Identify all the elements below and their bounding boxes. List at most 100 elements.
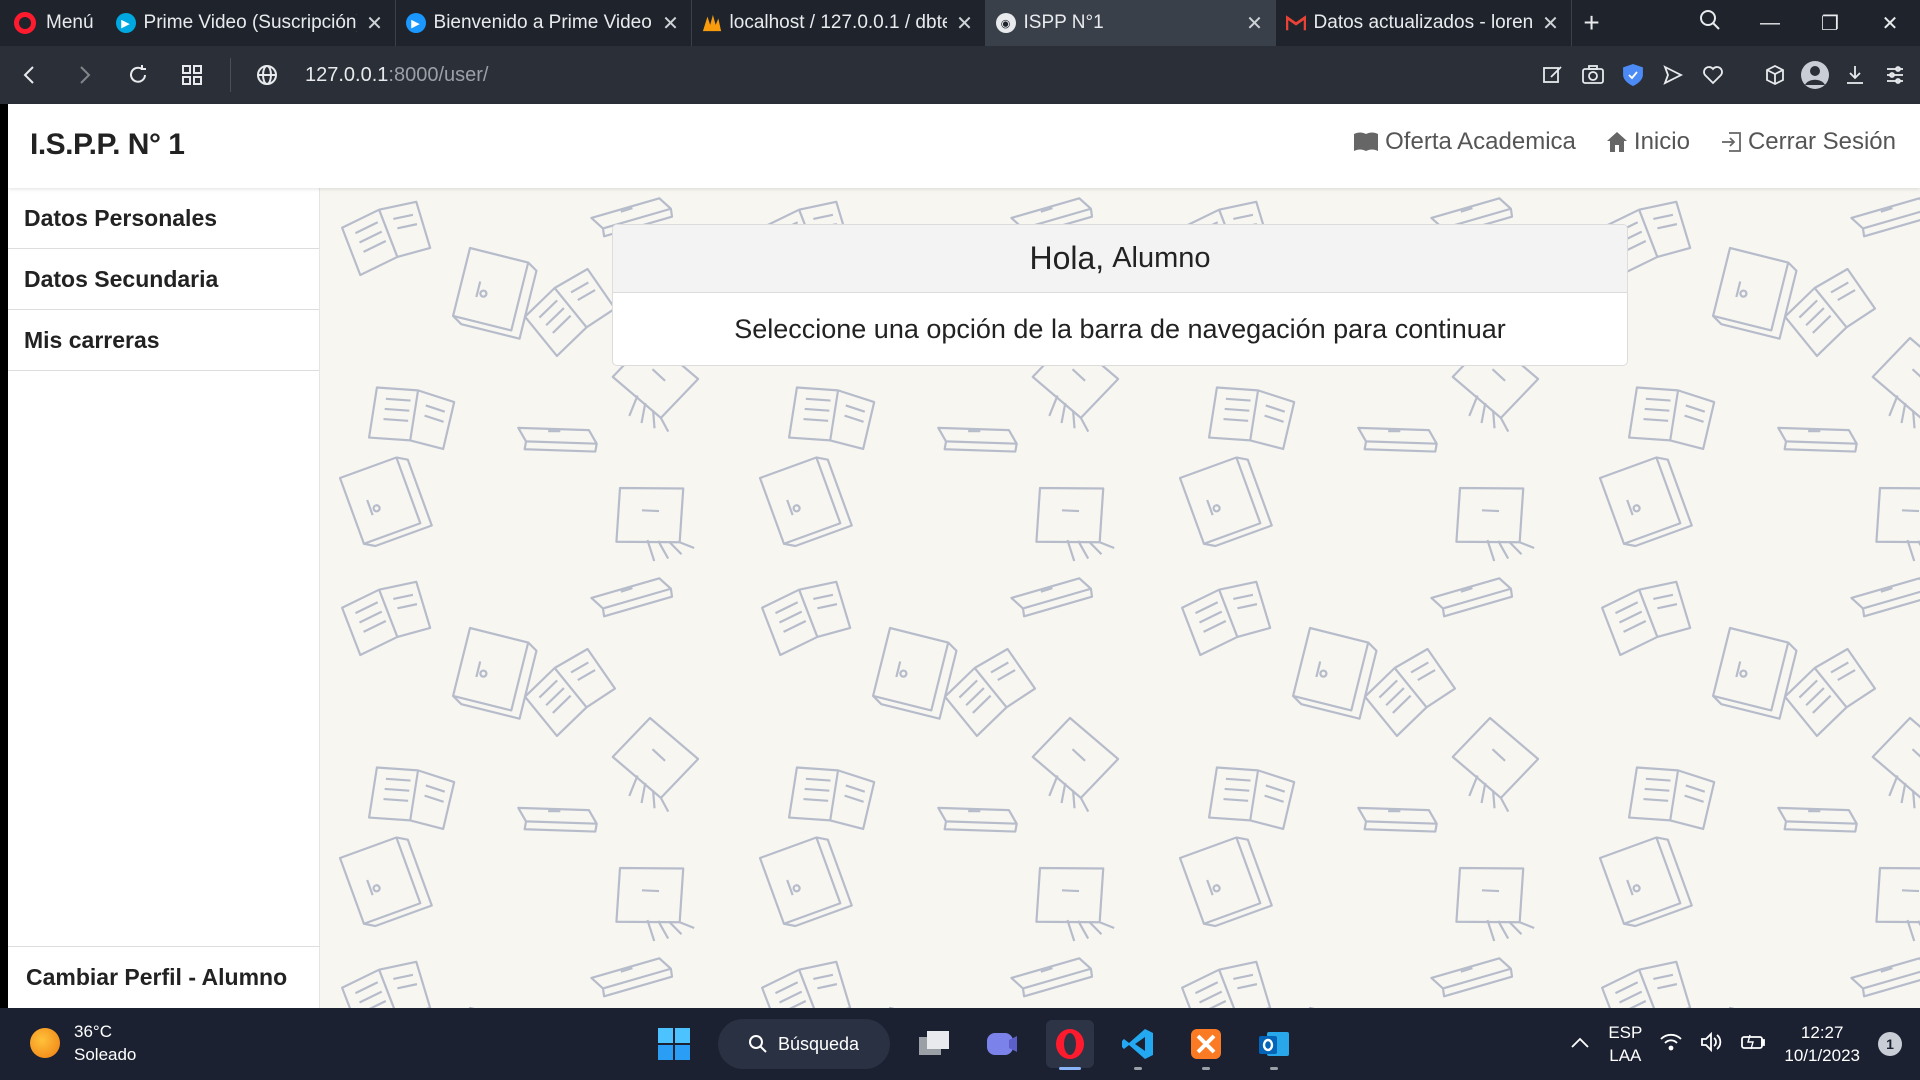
language-code: ESP xyxy=(1608,1023,1643,1042)
search-label: Búsqueda xyxy=(778,1033,860,1054)
outlook-icon[interactable] xyxy=(1250,1020,1298,1070)
close-tab-icon[interactable]: ✕ xyxy=(661,11,681,36)
browser-tab[interactable]: ▶ Prime Video (Suscripción) - ✕ xyxy=(106,0,396,46)
system-tray: ESP LAA 12:27 10/1/2023 1 xyxy=(1570,1008,1920,1080)
home-icon xyxy=(1606,132,1627,152)
language-indicator[interactable]: ESP LAA xyxy=(1608,1021,1642,1067)
address-bar-actions xyxy=(1536,46,1912,104)
sun-icon xyxy=(30,1028,60,1058)
tab-title: ISPP N°1 xyxy=(1023,12,1104,33)
user-role-name: Alumno xyxy=(1112,242,1211,274)
top-navigation: Oferta Academica Inicio Cerrar Sesión xyxy=(1353,128,1896,156)
welcome-card-header: Hola, Alumno xyxy=(613,225,1627,293)
camera-icon[interactable] xyxy=(1576,58,1610,92)
close-window-button[interactable]: ✕ xyxy=(1860,11,1920,36)
nav-oferta-academica[interactable]: Oferta Academica xyxy=(1353,128,1576,156)
notification-badge[interactable]: 1 xyxy=(1878,1032,1902,1056)
welcome-message: Seleccione una opción de la barra de nav… xyxy=(734,313,1506,344)
profile-avatar-icon[interactable] xyxy=(1798,58,1832,92)
download-icon[interactable] xyxy=(1838,58,1872,92)
xampp-icon[interactable] xyxy=(1182,1020,1230,1070)
vscode-icon[interactable] xyxy=(1114,1020,1162,1070)
close-tab-icon[interactable]: ✕ xyxy=(1245,11,1265,36)
task-view-icon[interactable] xyxy=(910,1020,958,1068)
chevron-up-icon[interactable] xyxy=(1570,1034,1590,1054)
main-content: Hola, Alumno Seleccione una opción de la… xyxy=(320,188,1920,1008)
sidebar-item-datos-secundaria[interactable]: Datos Secundaria xyxy=(8,249,319,310)
search-tabs-icon[interactable] xyxy=(1680,9,1740,37)
minimize-button[interactable]: — xyxy=(1740,12,1800,35)
clock[interactable]: 12:27 10/1/2023 xyxy=(1784,1021,1860,1067)
tab-title: Datos actualizados - lorena xyxy=(1313,12,1533,33)
url-field[interactable]: 127.0.0.1:8000/user/ xyxy=(305,64,489,87)
easy-setup-icon[interactable] xyxy=(1878,58,1912,92)
app-header: I.S.P.P. N° 1 Oferta Academica Inicio Ce… xyxy=(8,104,1920,188)
browser-tab-active[interactable]: ◉ ISPP N°1 ✕ xyxy=(985,0,1276,46)
divider xyxy=(230,58,231,92)
nav-label: Cerrar Sesión xyxy=(1747,128,1896,155)
weather-description: Soleado xyxy=(74,1045,137,1064)
tab-grid-icon[interactable] xyxy=(168,51,216,99)
gmail-icon xyxy=(1285,13,1306,33)
nav-label: Inicio xyxy=(1633,128,1690,155)
nav-label: Oferta Academica xyxy=(1385,128,1576,155)
weather-widget[interactable]: 36°C Soleado xyxy=(30,1020,136,1066)
url-host: 127.0.0.1 xyxy=(305,63,389,86)
opera-menu-label: Menú xyxy=(46,12,94,33)
welcome-card: Hola, Alumno Seleccione una opción de la… xyxy=(612,224,1628,366)
change-profile-link[interactable]: Cambiar Perfil - Alumno xyxy=(8,946,320,1008)
window-controls: — ❐ ✕ xyxy=(1680,0,1920,46)
close-tab-icon[interactable]: ✕ xyxy=(365,11,385,36)
prime-video-icon: ▶ xyxy=(115,13,136,33)
volume-icon[interactable] xyxy=(1700,1031,1722,1057)
brand-title[interactable]: I.S.P.P. N° 1 xyxy=(30,128,185,162)
keyboard-layout: LAA xyxy=(1609,1046,1642,1065)
new-tab-button[interactable]: + xyxy=(1572,0,1612,46)
sidebar-item-mis-carreras[interactable]: Mis carreras xyxy=(8,310,319,371)
sidebar: Datos Personales Datos Secundaria Mis ca… xyxy=(8,188,320,1008)
vpn-shield-icon[interactable] xyxy=(1616,58,1650,92)
greeting-text: Hola, xyxy=(1029,240,1105,276)
opera-logo-icon xyxy=(14,12,36,34)
nav-inicio[interactable]: Inicio xyxy=(1606,128,1690,156)
taskbar-apps: Búsqueda xyxy=(650,1016,1298,1072)
heart-icon[interactable] xyxy=(1696,58,1730,92)
logout-icon xyxy=(1721,132,1741,152)
windows-start-icon[interactable] xyxy=(650,1020,698,1068)
prime-video-icon: ▶ xyxy=(405,13,426,33)
wifi-icon[interactable] xyxy=(1660,1033,1683,1056)
tab-title: Prime Video (Suscripción) - xyxy=(143,12,357,33)
clock-time: 12:27 xyxy=(1800,1023,1844,1042)
back-button[interactable] xyxy=(6,51,54,99)
teams-chat-icon[interactable] xyxy=(978,1020,1026,1068)
sidebar-item-datos-personales[interactable]: Datos Personales xyxy=(8,188,319,249)
site-icon: ◉ xyxy=(995,13,1016,33)
send-icon[interactable] xyxy=(1656,58,1690,92)
tab-title: Bienvenido a Prime Video xyxy=(433,12,652,33)
browser-tab-strip: Menú ▶ Prime Video (Suscripción) - ✕ ▶ B… xyxy=(0,0,1920,46)
forward-button[interactable] xyxy=(60,51,108,99)
close-tab-icon[interactable]: ✕ xyxy=(955,11,975,36)
maximize-button[interactable]: ❐ xyxy=(1800,11,1860,36)
close-tab-icon[interactable]: ✕ xyxy=(1541,11,1561,36)
book-icon xyxy=(1354,132,1379,151)
address-bar: 127.0.0.1:8000/user/ xyxy=(0,46,1920,104)
weather-temperature: 36°C xyxy=(74,1022,112,1041)
taskbar-search[interactable]: Búsqueda xyxy=(718,1019,890,1069)
battery-icon[interactable] xyxy=(1740,1033,1766,1056)
nav-cerrar-sesion[interactable]: Cerrar Sesión xyxy=(1720,128,1896,156)
clock-date: 10/1/2023 xyxy=(1784,1046,1860,1065)
reload-button[interactable] xyxy=(114,51,162,99)
globe-icon[interactable] xyxy=(243,51,291,99)
browser-tab[interactable]: Datos actualizados - lorena ✕ xyxy=(1276,0,1572,46)
search-icon xyxy=(749,1035,767,1053)
browser-tab[interactable]: ▶ Bienvenido a Prime Video ✕ xyxy=(396,0,692,46)
browser-tab[interactable]: localhost / 127.0.0.1 / dbte ✕ xyxy=(692,0,986,46)
extensions-cube-icon[interactable] xyxy=(1758,58,1792,92)
web-page: I.S.P.P. N° 1 Oferta Academica Inicio Ce… xyxy=(8,104,1920,1008)
edit-icon[interactable] xyxy=(1536,58,1570,92)
tab-title: localhost / 127.0.0.1 / dbte xyxy=(729,12,947,33)
opera-menu-button[interactable]: Menú xyxy=(0,0,106,46)
opera-browser-icon[interactable] xyxy=(1046,1020,1094,1070)
